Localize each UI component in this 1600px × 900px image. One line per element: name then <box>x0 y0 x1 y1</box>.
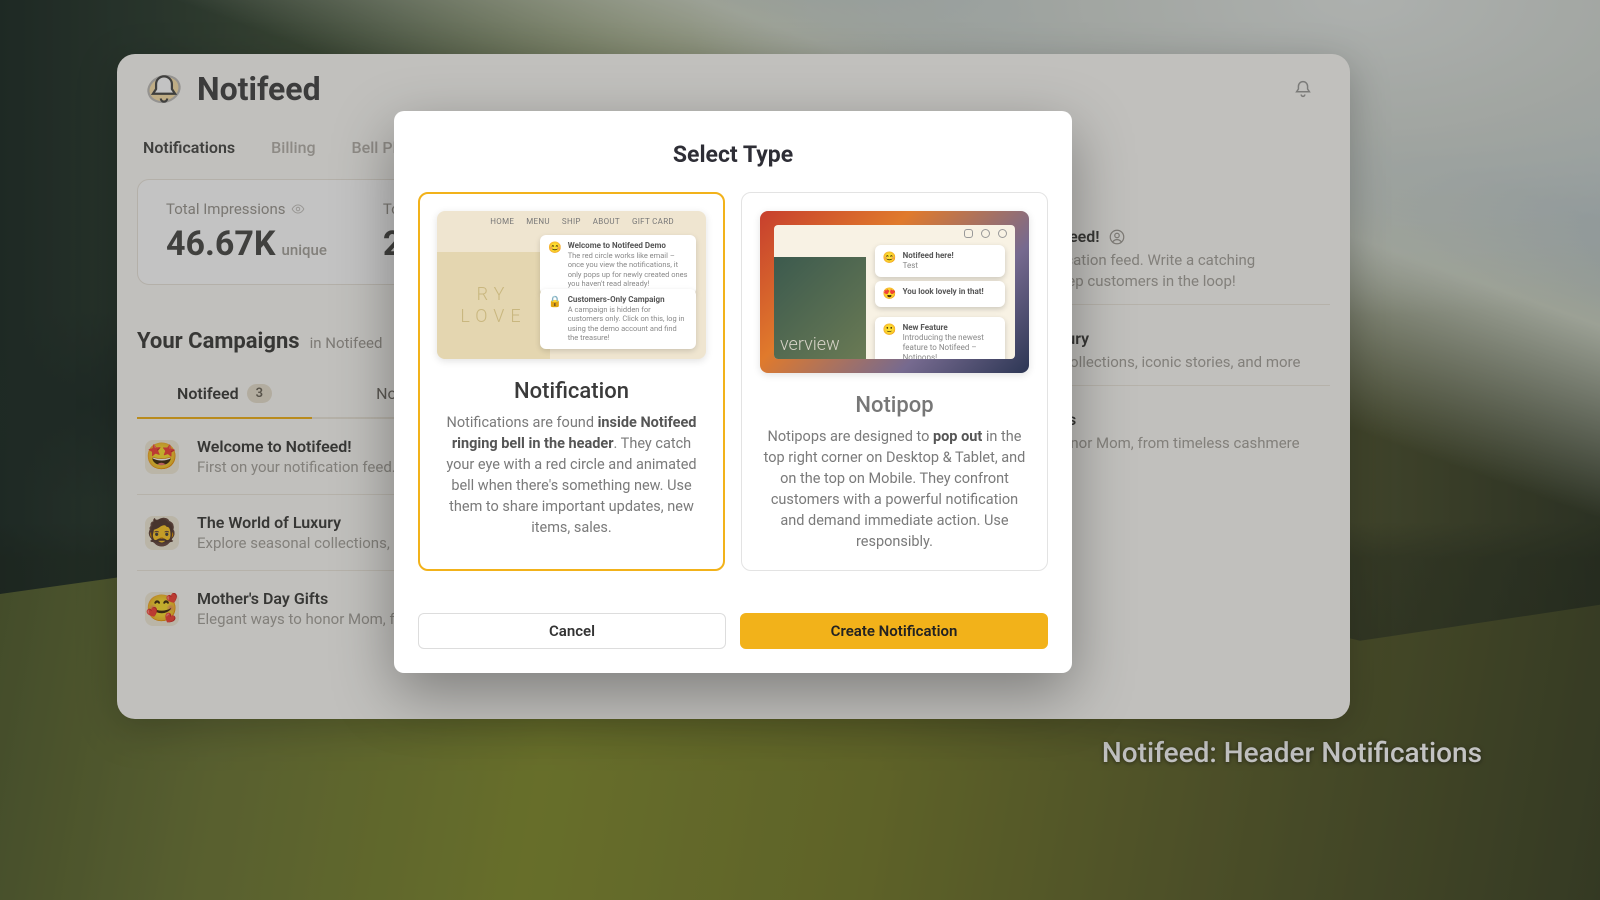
type-option-notipop[interactable]: verview 😊Notifeed here!Test 😍You look lo… <box>741 192 1048 571</box>
option-title: Notipop <box>760 393 1029 418</box>
type-option-notification[interactable]: HOME MENU SHIP ABOUT GIFT CARD RYLOVE 😊 … <box>418 192 725 571</box>
modal-title: Select Type <box>418 141 1048 168</box>
notification-preview-image: HOME MENU SHIP ABOUT GIFT CARD RYLOVE 😊 … <box>437 211 706 359</box>
option-description: Notifications are found inside Notifeed … <box>437 412 706 538</box>
notipop-preview-image: verview 😊Notifeed here!Test 😍You look lo… <box>760 211 1029 373</box>
select-type-modal: Select Type HOME MENU SHIP ABOUT GIFT CA… <box>394 111 1072 673</box>
cancel-button[interactable]: Cancel <box>418 613 726 649</box>
option-title: Notification <box>437 379 706 404</box>
option-description: Notipops are designed to pop out in the … <box>760 426 1029 552</box>
create-notification-button[interactable]: Create Notification <box>740 613 1048 649</box>
modal-actions: Cancel Create Notification <box>418 613 1048 649</box>
type-options: HOME MENU SHIP ABOUT GIFT CARD RYLOVE 😊 … <box>418 192 1048 571</box>
